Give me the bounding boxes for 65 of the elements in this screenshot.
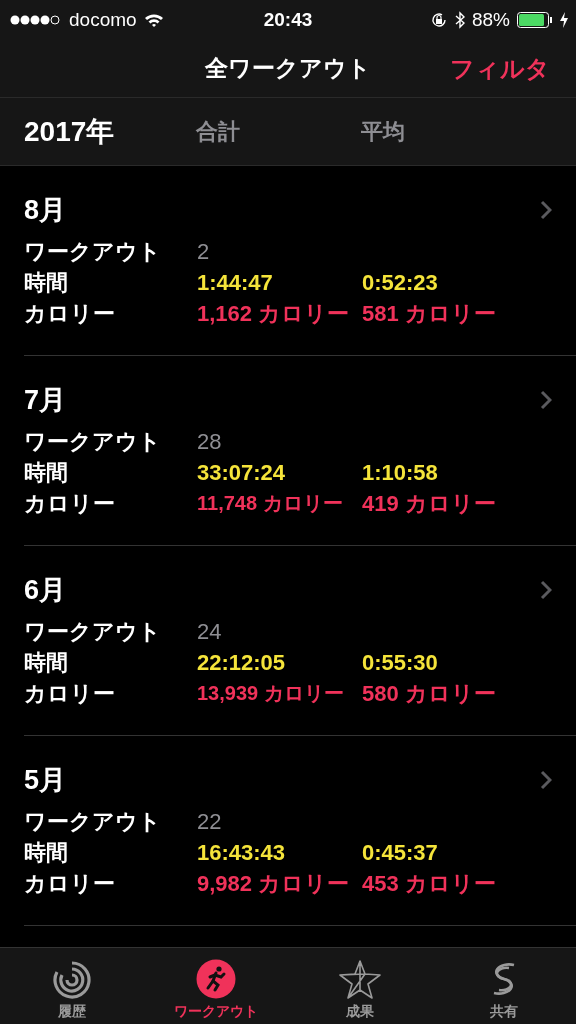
total-calories: 1,162 カロリー [197,300,351,328]
wifi-icon [143,12,164,28]
average-calories: 419 カロリー [362,490,497,518]
rings-icon [53,961,91,999]
workout-count: 28 [197,428,223,456]
tab-bar-item[interactable]: 共有 [432,948,576,1024]
total-calories: 13,939 カロリー [197,681,345,706]
chevron-icon [540,770,552,790]
stat-label: カロリー [24,490,116,518]
month-summary-row[interactable]: 6月 ワークアウト 24 時間 22:12:05 0:55:30 カロリー 13,939 カロリー 580 カロリー [24,546,576,736]
chevron-icon [540,580,552,600]
stat-label: カロリー [24,870,116,898]
month-summary-row[interactable]: 7月 ワークアウト 28 時間 33:07:24 1:10:58 カロリー 11,748 カロリー 419 カロリー [24,356,576,546]
average-column-heading: 平均 [361,117,406,146]
average-time: 0:55:30 [362,649,439,677]
signal-icon [10,15,62,25]
stat-label: 時間 [24,459,69,487]
carrier-name: docomo [69,9,137,31]
status-time: 20:43 [263,9,313,31]
chevron-icon [540,390,552,410]
average-time: 0:52:23 [362,269,439,297]
star-icon [338,959,382,999]
total-time: 22:12:05 [197,649,287,677]
month-title: 8月 [24,194,67,227]
charging-icon [560,12,568,28]
average-time: 1:10:58 [362,459,439,487]
workout-count: 22 [197,808,223,836]
total-time: 1:44:47 [197,269,274,297]
tab-bar-item[interactable]: 成果 [288,948,432,1024]
total-time: 16:43:43 [197,839,287,867]
month-summary-row[interactable]: 8月 ワークアウト 2 時間 1:44:47 0:52:23 カロリー 1,162 カロリー 581 カロリー [24,166,576,356]
total-column-heading: 合計 [196,117,241,146]
stat-label: ワークアウト [24,808,162,836]
chevron-icon [540,200,552,220]
average-calories: 580 カロリー [362,680,497,708]
stat-label: カロリー [24,300,116,328]
month-title: 6月 [24,574,67,607]
month-summary-row[interactable]: 5月 ワークアウト 22 時間 16:43:43 0:45:37 カロリー 9,982 カロリー 453 カロリー [24,736,576,926]
stat-label: 時間 [24,649,69,677]
bluetooth-icon [454,11,465,29]
month-title: 5月 [24,764,67,797]
average-calories: 453 カロリー [362,870,497,898]
battery-percent: 88% [471,9,510,31]
stat-label: カロリー [24,680,116,708]
average-time: 0:45:37 [362,839,439,867]
screen-title: 全ワークアウト [205,54,371,83]
average-calories: 581 カロリー [362,300,497,328]
filter-button[interactable]: フィルタ [450,52,550,85]
stat-label: ワークアウト [24,238,162,266]
rotation-lock-icon [429,11,448,29]
total-calories: 11,748 カロリー [197,491,344,516]
year-heading: 2017年 [24,114,116,149]
workout-count: 2 [197,238,211,266]
stat-label: 時間 [24,269,69,297]
tab-bar-item[interactable]: ワークアウト [144,948,288,1024]
total-calories: 9,982 カロリー [197,870,351,898]
stat-label: ワークアウト [24,618,162,646]
battery-icon [517,12,553,28]
workout-count: 24 [197,618,223,646]
tab-bar-item[interactable]: 履歴 [0,948,144,1024]
stat-label: ワークアウト [24,428,162,456]
stat-label: 時間 [24,839,69,867]
month-title: 7月 [24,384,67,417]
total-time: 33:07:24 [197,459,287,487]
runner-icon [196,959,236,999]
